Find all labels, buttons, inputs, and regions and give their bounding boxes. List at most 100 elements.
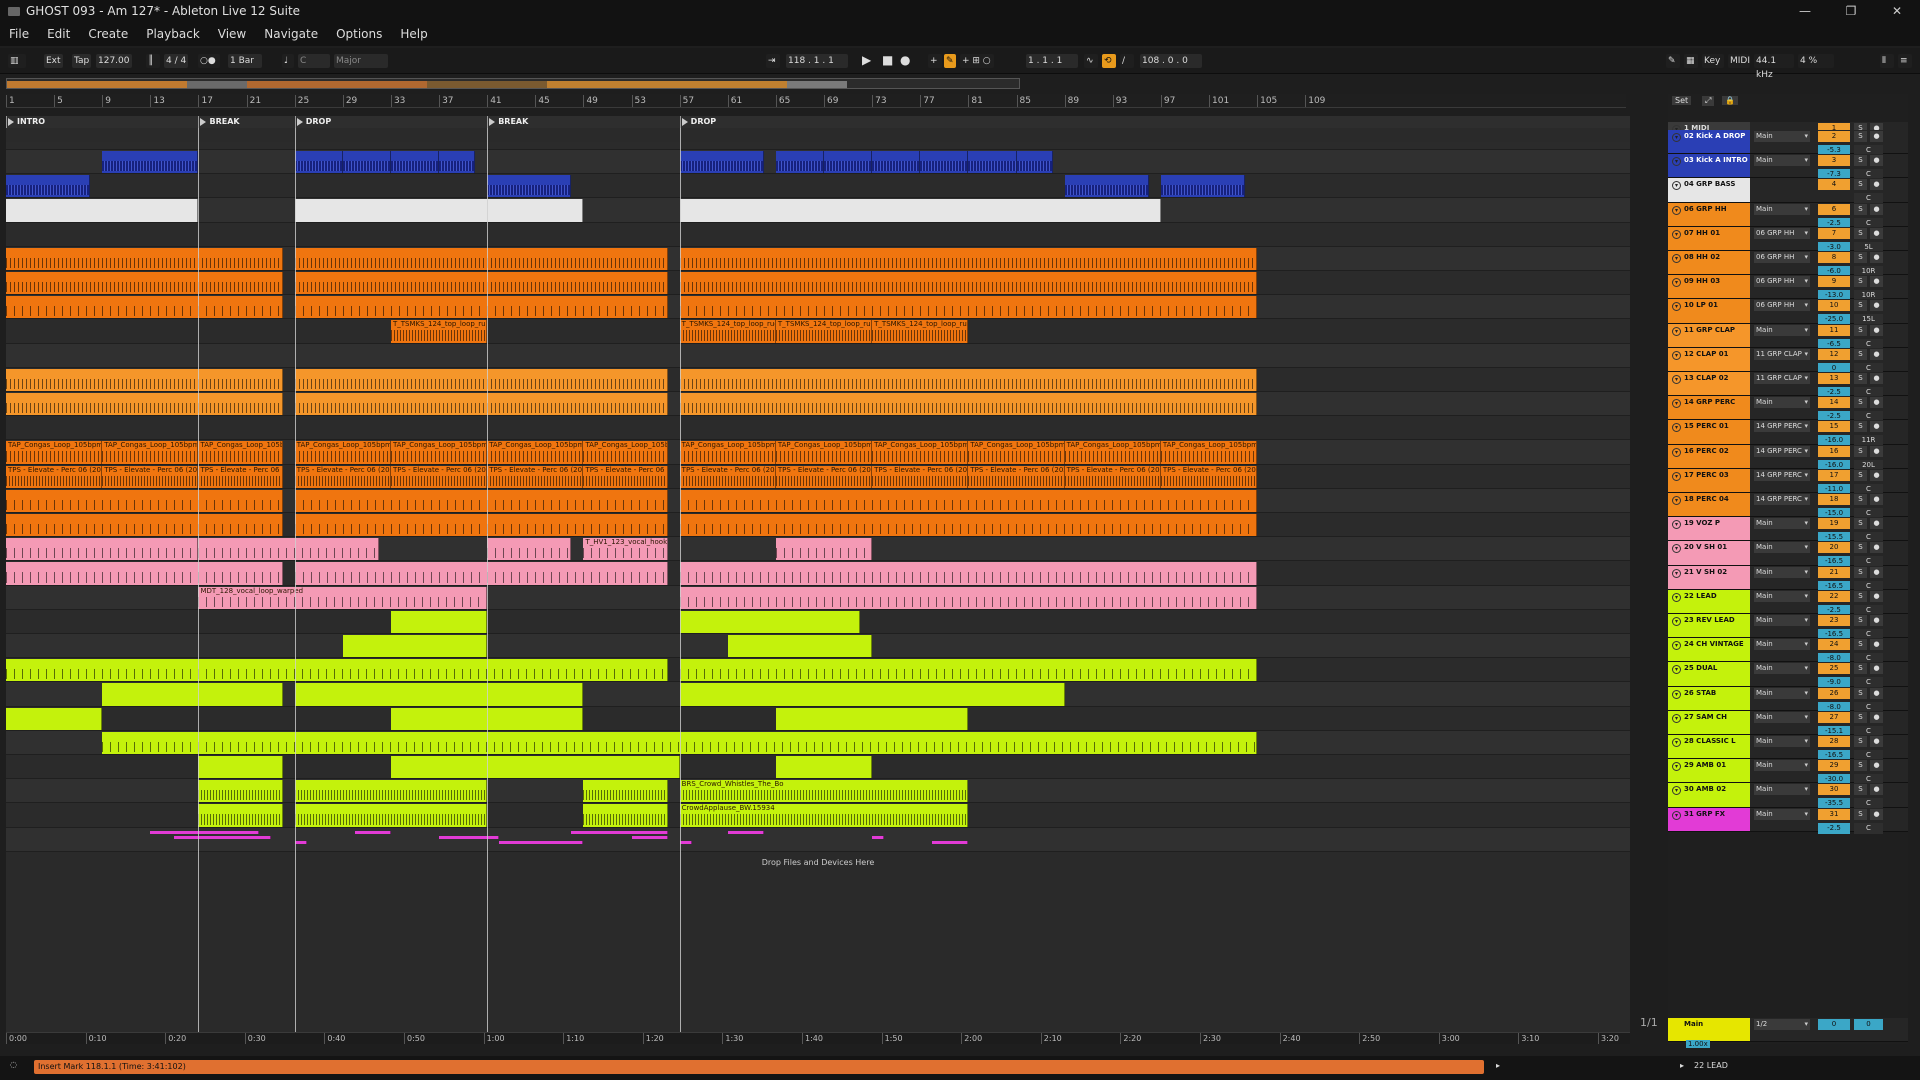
- solo-button[interactable]: S: [1854, 131, 1867, 142]
- track-activator[interactable]: 27: [1818, 711, 1850, 723]
- arrangement-clip[interactable]: [679, 659, 1258, 682]
- arrangement-clip[interactable]: [102, 151, 199, 174]
- track-activator[interactable]: 6: [1818, 203, 1850, 215]
- solo-button[interactable]: S: [1854, 808, 1867, 820]
- menu-help[interactable]: Help: [391, 27, 436, 41]
- arm-button[interactable]: ●: [1870, 276, 1883, 288]
- ext-sync-button[interactable]: Ext: [44, 54, 63, 68]
- track-fold-icon[interactable]: ▾: [1672, 592, 1681, 602]
- track-output-routing[interactable]: Main: [1754, 566, 1810, 578]
- main-volume[interactable]: 0: [1818, 1019, 1850, 1030]
- arrangement-clip[interactable]: [6, 489, 283, 512]
- solo-button[interactable]: S: [1854, 590, 1867, 602]
- draw-mode-icon[interactable]: ✎: [1666, 54, 1680, 68]
- arrangement-clip[interactable]: [679, 562, 1258, 585]
- arrangement-clip[interactable]: [294, 562, 668, 585]
- punch-out-icon[interactable]: ∕: [1120, 54, 1134, 68]
- menu-toggle-icon[interactable]: ≡: [1898, 54, 1912, 68]
- arrangement-clip[interactable]: TAP_Congas_Loop_105bpm_0: [294, 441, 391, 464]
- track-lane[interactable]: TAP_Congas_Loop_105bpm_0 TAP_Congas_Loop_…: [6, 440, 1630, 465]
- track-fold-icon[interactable]: ▾: [1672, 496, 1681, 505]
- punch-in-icon[interactable]: ∿: [1084, 54, 1098, 68]
- arrangement-clip[interactable]: [775, 151, 825, 174]
- arrangement-clip[interactable]: [342, 635, 488, 658]
- track-activator[interactable]: 7: [1818, 227, 1850, 239]
- solo-button[interactable]: S: [1854, 542, 1867, 554]
- arrangement-clip[interactable]: [775, 707, 969, 730]
- track-lane[interactable]: [6, 198, 1630, 223]
- fx-clip[interactable]: [679, 840, 692, 844]
- minimize-button[interactable]: —: [1782, 0, 1828, 22]
- fx-clip[interactable]: [294, 840, 307, 844]
- nudge-icon[interactable]: ║: [146, 54, 160, 68]
- track-name[interactable]: 17 PERC 03: [1668, 468, 1750, 492]
- track-lane[interactable]: [6, 827, 1630, 852]
- arrangement-clip[interactable]: [679, 610, 861, 633]
- arrangement-clip[interactable]: BRS_Crowd_Whistles_The_Bo: [679, 780, 969, 803]
- track-lane[interactable]: [6, 174, 1630, 199]
- track-header[interactable]: 06 GRP HH▾Main6-2.5S●C: [1668, 202, 1908, 229]
- main-track-header[interactable]: Main 1/2 0 0: [1668, 1018, 1908, 1042]
- track-name[interactable]: 25 DUAL: [1668, 662, 1750, 686]
- track-name[interactable]: 29 AMB 01: [1668, 759, 1750, 783]
- track-name[interactable]: 16 PERC 02: [1668, 444, 1750, 468]
- track-name[interactable]: 13 CLAP 02: [1668, 372, 1750, 396]
- overdub-icon[interactable]: +: [928, 54, 942, 68]
- loop-length-field[interactable]: 108 . 0 . 0: [1140, 54, 1202, 68]
- arrangement-clip[interactable]: TAP_Congas_Loop_105bpm_0: [487, 441, 584, 464]
- arrangement-clip[interactable]: TPS - Elevate - Perc 06 (2023-0: [102, 465, 199, 488]
- track-activator[interactable]: 10: [1818, 300, 1850, 312]
- menu-create[interactable]: Create: [79, 27, 137, 41]
- arm-button[interactable]: ●: [1870, 324, 1883, 336]
- metronome-icon[interactable]: ○●: [198, 54, 220, 68]
- track-output-routing[interactable]: Main: [1754, 736, 1810, 747]
- arrangement-clip[interactable]: [294, 489, 668, 512]
- track-header[interactable]: 14 GRP PERC▾Main14-2.5S●C: [1668, 396, 1908, 423]
- main-route[interactable]: 1/2: [1754, 1019, 1810, 1030]
- track-header[interactable]: 31 GRP FX▾ Main 31 -2.5 S● C: [1668, 807, 1908, 834]
- solo-button[interactable]: S: [1854, 469, 1867, 481]
- track-activator[interactable]: 25: [1818, 663, 1850, 675]
- menu-playback[interactable]: Playback: [137, 27, 209, 41]
- track-activator[interactable]: 20: [1818, 542, 1850, 554]
- track-name[interactable]: 24 CH VINTAGE: [1668, 638, 1750, 662]
- arm-button[interactable]: ●: [1870, 227, 1883, 239]
- arrangement-clip[interactable]: [198, 804, 283, 827]
- arm-button[interactable]: ●: [1870, 179, 1883, 191]
- arrangement-clip[interactable]: CrowdApplause_BW.15934: [679, 804, 969, 827]
- locator-drop[interactable]: DROP: [294, 116, 331, 128]
- arrangement-clip[interactable]: [294, 683, 584, 706]
- solo-button[interactable]: S: [1854, 373, 1867, 384]
- track-output-routing[interactable]: Main: [1754, 663, 1810, 675]
- arrangement-clip[interactable]: [727, 635, 873, 658]
- track-output-routing[interactable]: 14 GRP PERC: [1754, 494, 1810, 505]
- arrangement-clip[interactable]: [342, 151, 391, 174]
- arm-button[interactable]: ●: [1870, 542, 1883, 554]
- arm-button[interactable]: ●: [1870, 397, 1883, 409]
- arrangement-clip[interactable]: [968, 151, 1017, 174]
- track-header[interactable]: 30 AMB 02▾Main30-35.5S●C: [1668, 783, 1908, 810]
- track-activator[interactable]: 26: [1818, 687, 1850, 699]
- arm-button[interactable]: ●: [1870, 494, 1883, 505]
- track-lane[interactable]: [6, 343, 1630, 368]
- main-track-name[interactable]: Main: [1668, 1018, 1750, 1041]
- track-name[interactable]: 23 REV LEAD: [1668, 614, 1750, 638]
- track-fold-icon[interactable]: ▾: [1672, 738, 1681, 747]
- track-header[interactable]: 23 REV LEAD▾Main23-16.5S●C: [1668, 614, 1908, 640]
- track-name[interactable]: 27 SAM CH: [1668, 710, 1750, 734]
- arrangement-clip[interactable]: [775, 756, 873, 779]
- solo-button[interactable]: S: [1854, 252, 1867, 263]
- arrangement-overview[interactable]: [6, 78, 1020, 89]
- track-name[interactable]: 14 GRP PERC: [1668, 396, 1750, 420]
- fx-clip[interactable]: [174, 835, 271, 839]
- track-output-routing[interactable]: Main: [1754, 760, 1810, 772]
- key-dropdown[interactable]: C: [298, 54, 330, 68]
- track-activator[interactable]: 21: [1818, 566, 1850, 578]
- track-header[interactable]: 11 GRP CLAP▾Main11-6.5S●C: [1668, 323, 1908, 350]
- track-output-routing[interactable]: Main: [1754, 542, 1810, 554]
- fx-clip[interactable]: [499, 840, 584, 844]
- track-header[interactable]: 03 Kick A INTRO▾Main3-7.3S●C: [1668, 154, 1908, 181]
- track-output-routing[interactable]: Main: [1754, 687, 1810, 699]
- arm-button[interactable]: ●: [1870, 155, 1883, 167]
- track-lane[interactable]: [6, 609, 1630, 634]
